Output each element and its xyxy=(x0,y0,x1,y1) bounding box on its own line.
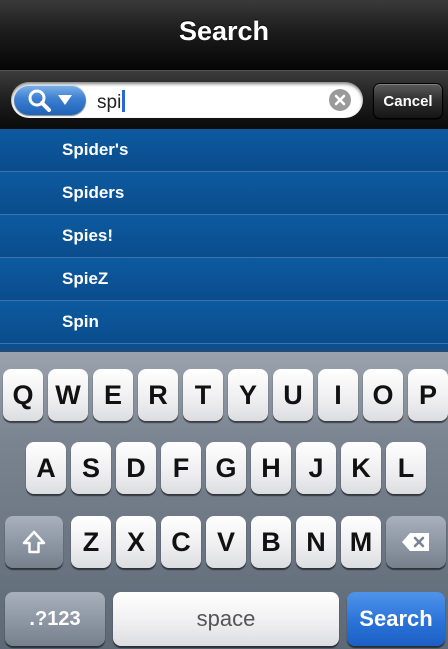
suggestion-item[interactable]: Spin xyxy=(0,301,448,344)
key-h[interactable]: H xyxy=(251,442,291,494)
key-g[interactable]: G xyxy=(206,442,246,494)
suggestion-label: Spin xyxy=(62,312,99,331)
numbers-key[interactable]: .?123 xyxy=(5,592,105,646)
key-t[interactable]: T xyxy=(183,369,223,421)
suggestion-label: Spider's xyxy=(62,140,129,159)
search-query-text: spi xyxy=(97,90,126,113)
key-f[interactable]: F xyxy=(161,442,201,494)
suggestion-label: Spies! xyxy=(62,226,114,245)
key-m[interactable]: M xyxy=(341,516,381,568)
key-a[interactable]: A xyxy=(26,442,66,494)
key-n[interactable]: N xyxy=(296,516,336,568)
shift-arrow-icon xyxy=(22,530,46,554)
title-bar: Search xyxy=(0,0,448,70)
key-u[interactable]: U xyxy=(273,369,313,421)
search-screen: Search spi Cancel Spider's Spiders Spies… xyxy=(0,0,448,649)
backspace-icon xyxy=(402,533,429,551)
suggestion-list: Spider's Spiders Spies! SpieZ Spin xyxy=(0,129,448,351)
key-k[interactable]: K xyxy=(341,442,381,494)
key-c[interactable]: C xyxy=(161,516,201,568)
magnifier-icon xyxy=(28,89,51,112)
key-p[interactable]: P xyxy=(408,369,448,421)
key-y[interactable]: Y xyxy=(228,369,268,421)
key-v[interactable]: V xyxy=(206,516,246,568)
space-key[interactable]: space xyxy=(113,592,339,646)
key-d[interactable]: D xyxy=(116,442,156,494)
key-x[interactable]: X xyxy=(116,516,156,568)
page-title: Search xyxy=(178,15,270,46)
suggestion-item[interactable]: Spies! xyxy=(0,215,448,258)
suggestion-item[interactable]: Spider's xyxy=(0,129,448,172)
text-cursor xyxy=(122,90,126,112)
suggestion-label: Spiders xyxy=(62,183,125,202)
backspace-key[interactable] xyxy=(386,516,446,568)
key-z[interactable]: Z xyxy=(71,516,111,568)
key-q[interactable]: Q xyxy=(3,369,43,421)
search-bar: spi Cancel xyxy=(0,70,448,129)
suggestion-item[interactable]: Spiders xyxy=(0,172,448,215)
suggestion-label: SpieZ xyxy=(62,269,109,288)
search-input[interactable]: spi xyxy=(11,82,363,118)
chevron-down-icon xyxy=(58,95,72,105)
key-i[interactable]: I xyxy=(318,369,358,421)
shift-key[interactable] xyxy=(5,516,63,568)
suggestion-item[interactable]: SpieZ xyxy=(0,258,448,301)
key-l[interactable]: L xyxy=(386,442,426,494)
key-j[interactable]: J xyxy=(296,442,336,494)
key-b[interactable]: B xyxy=(251,516,291,568)
key-o[interactable]: O xyxy=(363,369,403,421)
key-e[interactable]: E xyxy=(93,369,133,421)
clear-x-icon[interactable] xyxy=(329,89,351,111)
cancel-button[interactable]: Cancel xyxy=(373,83,443,119)
key-w[interactable]: W xyxy=(48,369,88,421)
search-key[interactable]: Search xyxy=(347,592,445,646)
key-r[interactable]: R xyxy=(138,369,178,421)
key-s[interactable]: S xyxy=(71,442,111,494)
keyboard: Q W E R T Y U I O P A S D F G H J K L Z … xyxy=(0,351,448,649)
search-scope-button[interactable] xyxy=(14,85,86,115)
